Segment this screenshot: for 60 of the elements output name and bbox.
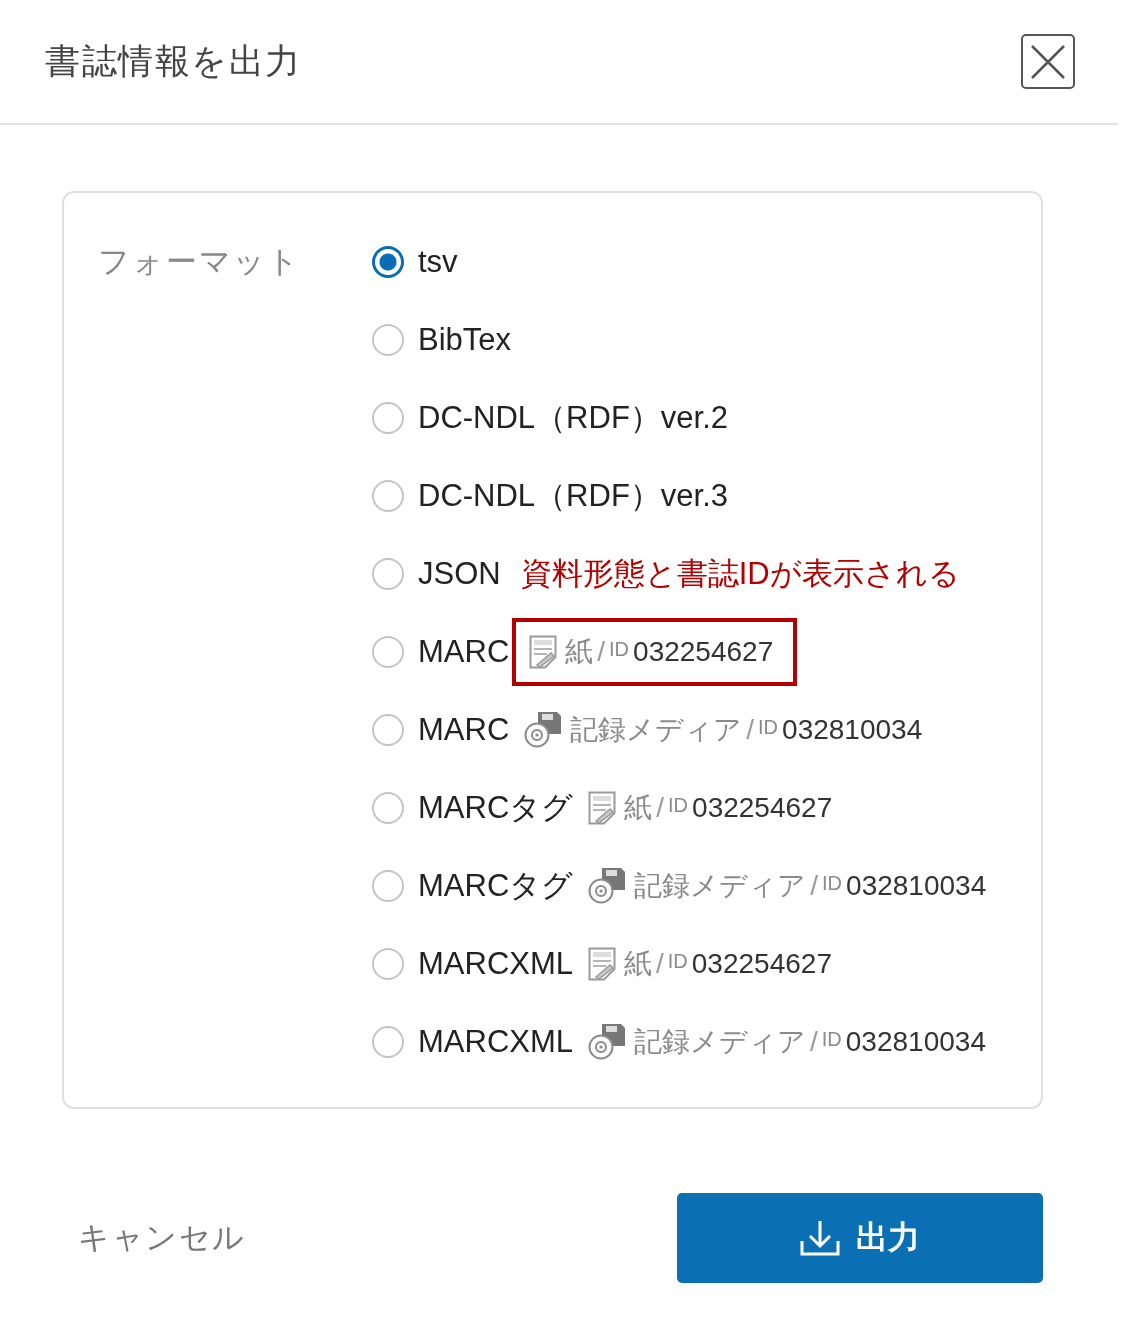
disc-and-floppy-icon xyxy=(588,867,627,905)
id-label: ID xyxy=(758,715,779,740)
radio-button[interactable] xyxy=(372,324,404,356)
radio-button[interactable] xyxy=(372,558,404,590)
separator: / xyxy=(746,714,755,746)
option-label[interactable]: MARCタグ xyxy=(418,787,574,829)
separator: / xyxy=(597,636,606,668)
radio-button[interactable] xyxy=(372,870,404,902)
option-label[interactable]: DC-NDL（RDF）ver.3 xyxy=(418,475,729,517)
radio-button[interactable] xyxy=(372,714,404,746)
id-label: ID xyxy=(822,871,843,896)
separator: / xyxy=(656,792,665,824)
option-label[interactable]: MARCタグ xyxy=(418,865,574,907)
dialog-title: 書誌情報を出力 xyxy=(45,40,302,82)
option-label[interactable]: MARCXML xyxy=(418,946,573,982)
radio-button[interactable] xyxy=(372,480,404,512)
material-type: 紙 xyxy=(565,635,594,669)
disc-and-floppy-icon xyxy=(588,1023,626,1061)
annotation-text: 資料形態と書誌IDが表示される xyxy=(520,555,960,593)
radio-button[interactable] xyxy=(372,636,404,668)
id-label: ID xyxy=(667,949,688,974)
close-button[interactable] xyxy=(1021,34,1075,89)
radio-button[interactable] xyxy=(372,948,404,980)
document-icon xyxy=(529,635,558,669)
format-label: フォーマット xyxy=(98,243,302,281)
cancel-button[interactable]: キャンセル xyxy=(78,1217,246,1259)
option-label[interactable]: MARC xyxy=(418,712,510,748)
document-icon xyxy=(588,791,617,825)
id-label: ID xyxy=(668,793,689,818)
id-number: 032254627 xyxy=(692,792,833,824)
option-label[interactable]: BibTex xyxy=(418,322,512,358)
material-type: 紙 xyxy=(624,791,653,825)
export-button[interactable]: 出力 xyxy=(677,1193,1043,1283)
material-type: 記録メディア xyxy=(570,713,743,747)
radio-button[interactable] xyxy=(372,402,404,434)
id-number: 032810034 xyxy=(782,714,923,746)
disc-and-floppy-icon xyxy=(524,711,563,749)
separator: / xyxy=(810,1026,818,1058)
radio-button[interactable] xyxy=(372,246,404,278)
document-icon xyxy=(588,947,616,981)
download-icon xyxy=(800,1219,840,1257)
separator: / xyxy=(656,948,664,980)
option-label[interactable]: tsv xyxy=(418,244,458,280)
option-label[interactable]: MARCXML xyxy=(418,1024,573,1060)
option-label[interactable]: JSON xyxy=(418,556,501,592)
id-number: 032810034 xyxy=(846,870,987,902)
id-number: 032254627 xyxy=(691,948,832,980)
close-icon xyxy=(1030,43,1066,80)
option-label[interactable]: DC-NDL（RDF）ver.2 xyxy=(418,397,729,439)
radio-button[interactable] xyxy=(372,792,404,824)
separator: / xyxy=(810,870,819,902)
material-type: 記録メディア xyxy=(634,1025,806,1059)
id-number: 032254627 xyxy=(633,636,774,668)
option-label[interactable]: MARC xyxy=(418,634,510,670)
material-type: 記録メディア xyxy=(634,869,807,903)
id-label: ID xyxy=(609,637,630,662)
id-label: ID xyxy=(821,1027,842,1052)
material-type: 紙 xyxy=(624,947,652,981)
radio-button[interactable] xyxy=(372,1026,404,1058)
id-number: 032810034 xyxy=(845,1026,986,1058)
